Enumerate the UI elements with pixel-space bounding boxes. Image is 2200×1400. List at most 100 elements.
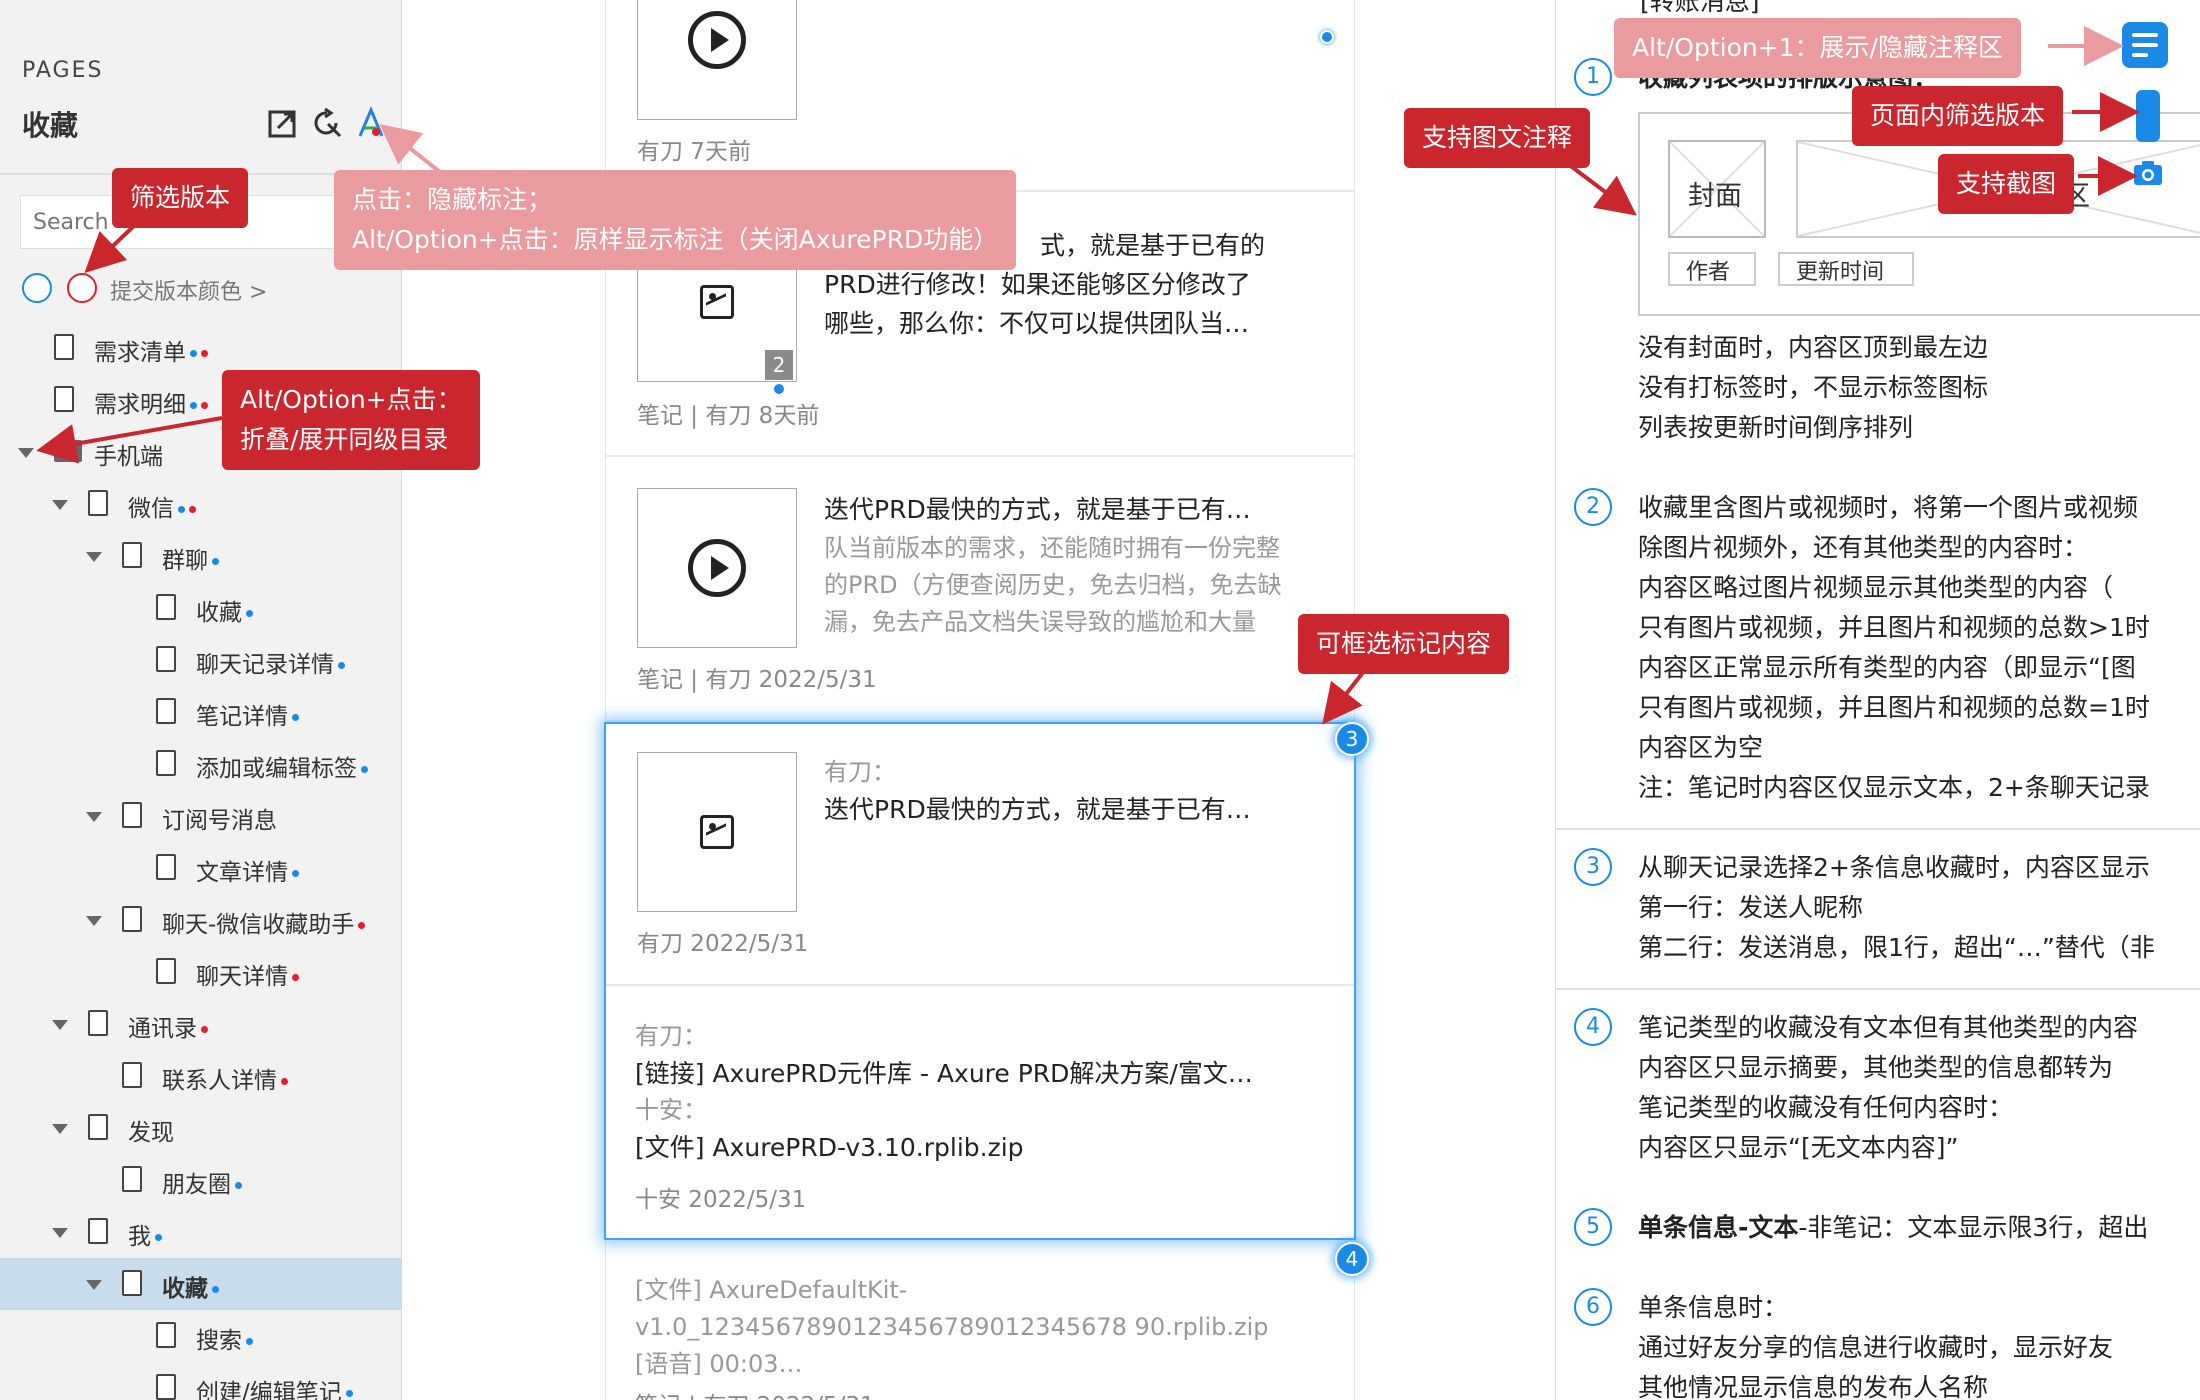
- tree-item[interactable]: 笔记详情: [0, 686, 402, 738]
- chevron-down-icon[interactable]: [52, 1228, 68, 1238]
- tree-item[interactable]: 朋友圈: [0, 1154, 402, 1206]
- version-dot: [338, 662, 345, 669]
- callout-filter-version: 筛选版本: [112, 168, 249, 228]
- page-icon: [88, 1010, 108, 1036]
- callout-toggle-notes: Alt/Option+1：展示/隐藏注释区: [1614, 18, 2021, 78]
- chevron-down-icon[interactable]: [52, 1124, 68, 1134]
- tree-item[interactable]: 搜索: [0, 1310, 402, 1362]
- chevron-down-icon[interactable]: [18, 448, 34, 458]
- export-icon[interactable]: [266, 106, 300, 140]
- tree-item[interactable]: 群聊: [0, 530, 402, 582]
- tree-item[interactable]: 聊天记录详情: [0, 634, 402, 686]
- folder-icon: [54, 440, 82, 462]
- tree-item[interactable]: 我: [0, 1206, 402, 1258]
- page-icon: [88, 490, 108, 516]
- card-meta: 十安 2022/5/31: [635, 1187, 807, 1213]
- tree-item[interactable]: 微信: [0, 478, 402, 530]
- version-dot: [235, 1182, 242, 1189]
- tree-item[interactable]: 添加或编辑标签: [0, 738, 402, 790]
- tree-item[interactable]: 聊天-微信收藏助手: [0, 894, 402, 946]
- image-icon: [700, 815, 734, 849]
- annotation-toggle-icon[interactable]: [354, 106, 388, 140]
- note-number-6[interactable]: 6: [1574, 1288, 1612, 1326]
- page-icon: [122, 906, 142, 932]
- tree-item[interactable]: 聊天详情: [0, 946, 402, 998]
- tree-item[interactable]: 收藏: [0, 1258, 402, 1310]
- image-icon: [700, 285, 734, 319]
- play-icon: [688, 539, 746, 597]
- page-icon: [122, 1166, 142, 1192]
- tree-item-label: 笔记详情: [196, 697, 299, 731]
- card-thumbnail: [637, 752, 797, 912]
- version-filter-blue[interactable]: [22, 273, 52, 303]
- card-thumbnail: [637, 0, 797, 120]
- version-dot: [201, 1026, 208, 1033]
- tree-item-label: 群聊: [162, 541, 219, 575]
- note-number-4[interactable]: 4: [1574, 1008, 1612, 1046]
- version-filter-icon[interactable]: [2136, 90, 2160, 142]
- note-number-3[interactable]: 3: [1574, 848, 1612, 886]
- chevron-down-icon[interactable]: [52, 1020, 68, 1030]
- page-icon: [156, 646, 176, 672]
- tree-item-label: 创建/编辑笔记: [196, 1373, 353, 1400]
- callout-hide-marks: 点击：隐藏标注； Alt/Option+点击：原样显示标注（关闭AxurePRD…: [334, 170, 1017, 270]
- card-divider: [605, 720, 1355, 722]
- tree-item-label: 订阅号消息: [162, 808, 277, 834]
- note-number-5[interactable]: 5: [1574, 1208, 1612, 1246]
- card-sender: 有刀：: [635, 1022, 707, 1050]
- tree-item[interactable]: 发现: [0, 1102, 402, 1154]
- tree-item-label: 手机端: [94, 444, 163, 470]
- tree-item[interactable]: 收藏: [0, 582, 402, 634]
- card-text: [文件] AxureDefaultKit- v1.0_1234567890123…: [635, 1276, 1269, 1378]
- tree-item[interactable]: 创建/编辑笔记: [0, 1362, 402, 1400]
- version-dot: [212, 558, 219, 565]
- tree-item-label: 朋友圈: [162, 1165, 242, 1199]
- version-filter-red[interactable]: [67, 273, 97, 303]
- tree-item[interactable]: 文章详情: [0, 842, 402, 894]
- sync-icon[interactable]: [310, 106, 344, 140]
- tree-item[interactable]: 需求清单: [0, 322, 402, 374]
- version-dot: [292, 714, 299, 721]
- page-icon: [54, 334, 74, 360]
- tree-item-label: 收藏: [196, 593, 253, 627]
- tree-item-label: 收藏: [162, 1269, 219, 1303]
- page-icon: [156, 1374, 176, 1400]
- tree-item[interactable]: 订阅号消息: [0, 790, 402, 842]
- note-body: 从聊天记录选择2+条信息收藏时，内容区显示 第一行：发送人昵称 第二行：发送消息，限…: [1638, 853, 2155, 962]
- play-icon: [688, 11, 746, 69]
- tree-item-label: 微信: [128, 489, 196, 523]
- camera-icon[interactable]: [2133, 160, 2163, 186]
- note-number-1[interactable]: 1: [1574, 58, 1612, 96]
- note-divider: [1555, 828, 2200, 830]
- version-dot: [246, 1338, 253, 1345]
- callout-box-select: 可框选标记内容: [1298, 614, 1510, 674]
- version-dot: [212, 1286, 219, 1293]
- card-thumbnail: [637, 488, 797, 648]
- tree-item-label: 聊天详情: [196, 957, 299, 991]
- note-number-2[interactable]: 2: [1574, 488, 1612, 526]
- page-icon: [122, 802, 142, 828]
- chevron-down-icon[interactable]: [86, 812, 102, 822]
- notes-toggle-icon[interactable]: [2122, 22, 2168, 68]
- version-color-link[interactable]: 提交版本颜色 >: [110, 274, 267, 306]
- version-dot: [772, 382, 786, 396]
- version-dot: [361, 766, 368, 773]
- wireframe-cover-label: 封面: [1688, 181, 1742, 212]
- callout-rich-notes: 支持图文注释: [1404, 108, 1591, 168]
- version-dot: [292, 974, 299, 981]
- chevron-down-icon[interactable]: [52, 500, 68, 510]
- tree-item-label: 聊天-微信收藏助手: [162, 905, 366, 939]
- version-dot: [201, 350, 208, 357]
- chevron-down-icon[interactable]: [86, 552, 102, 562]
- tree-item-label: 通讯录: [128, 1009, 208, 1043]
- marker-4[interactable]: 4: [1335, 1242, 1369, 1276]
- chevron-down-icon[interactable]: [86, 1280, 102, 1290]
- tree-item[interactable]: 联系人详情: [0, 1050, 402, 1102]
- version-dot: [155, 1234, 162, 1241]
- note-divider: [1555, 988, 2200, 990]
- tree-item-label: 聊天记录详情: [196, 645, 345, 679]
- tree-item[interactable]: 通讯录: [0, 998, 402, 1050]
- chevron-down-icon[interactable]: [86, 916, 102, 926]
- marker-3[interactable]: 3: [1335, 722, 1369, 756]
- version-dot: [292, 870, 299, 877]
